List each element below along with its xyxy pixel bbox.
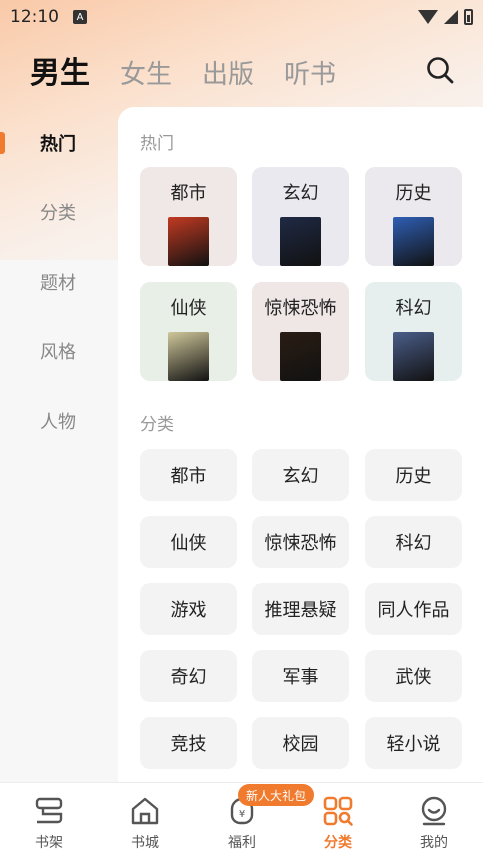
hot-card-label: 玄幻	[282, 183, 319, 204]
book-cover	[393, 217, 434, 266]
tab-female[interactable]: 女生	[120, 54, 172, 91]
hot-card[interactable]: 仙侠	[140, 282, 237, 381]
sidebar-item-character[interactable]: 人物	[0, 386, 118, 456]
category-chip[interactable]: 仙侠	[140, 516, 237, 568]
battery-icon	[464, 9, 473, 25]
nav-bookshelf[interactable]: 书架	[1, 783, 97, 858]
search-icon[interactable]	[424, 54, 456, 86]
welfare-badge: 新人大礼包	[238, 784, 315, 806]
book-cover	[280, 217, 321, 266]
sidebar-item-hot[interactable]: 热门	[0, 108, 118, 178]
nav-label: 分类	[324, 835, 352, 851]
category-chip[interactable]: 军事	[252, 650, 349, 702]
tab-publish[interactable]: 出版	[202, 54, 254, 91]
home-icon	[131, 797, 159, 825]
hot-card[interactable]: 惊悚恐怖	[252, 282, 349, 381]
content-panel: 热门 都市 玄幻 历史 仙侠 惊悚恐怖 科幻 分类 都市 玄幻 历史 仙侠 惊悚…	[118, 107, 483, 787]
tab-audiobook[interactable]: 听书	[284, 54, 336, 91]
sidebar-item-label: 风格	[40, 342, 76, 364]
section-title-category: 分类	[140, 415, 174, 435]
category-chip[interactable]: 历史	[365, 449, 462, 501]
hot-card-label: 科幻	[395, 298, 432, 319]
book-cover	[168, 332, 209, 381]
status-bar: 12:10 A	[0, 0, 483, 34]
nav-label: 我的	[420, 835, 448, 851]
signal-icon	[444, 10, 458, 24]
category-chip[interactable]: 游戏	[140, 583, 237, 635]
nav-label: 书城	[131, 835, 159, 851]
hot-card-label: 历史	[395, 183, 432, 204]
sidebar-item-label: 分类	[40, 203, 76, 225]
category-chip[interactable]: 推理悬疑	[252, 583, 349, 635]
nav-label: 书架	[35, 835, 63, 851]
hot-card-label: 仙侠	[170, 298, 207, 319]
nav-label: 福利	[228, 835, 256, 851]
book-cover	[168, 217, 209, 266]
notification-icon: A	[73, 10, 87, 24]
svg-text:¥: ¥	[239, 809, 245, 820]
sidebar-item-category[interactable]: 分类	[0, 178, 118, 248]
hot-card[interactable]: 历史	[365, 167, 462, 266]
grid-search-icon	[323, 796, 353, 826]
book-cover	[393, 332, 434, 381]
sidebar-item-label: 热门	[40, 133, 76, 155]
category-chip[interactable]: 武侠	[365, 650, 462, 702]
category-chip[interactable]: 竞技	[140, 717, 237, 769]
hot-card[interactable]: 都市	[140, 167, 237, 266]
category-chip[interactable]: 轻小说	[365, 717, 462, 769]
category-chip[interactable]: 玄幻	[252, 449, 349, 501]
category-chip[interactable]: 科幻	[365, 516, 462, 568]
bookshelf-icon	[35, 797, 63, 824]
hot-card-label: 都市	[170, 183, 207, 204]
status-time: 12:10	[10, 7, 59, 27]
category-chip[interactable]: 惊悚恐怖	[252, 516, 349, 568]
nav-profile[interactable]: 我的	[386, 783, 482, 858]
category-chip[interactable]: 校园	[252, 717, 349, 769]
book-cover	[280, 332, 321, 381]
tab-male[interactable]: 男生	[30, 48, 90, 92]
section-title-hot: 热门	[140, 134, 174, 154]
sidebar-item-label: 人物	[40, 411, 76, 433]
category-chip[interactable]: 都市	[140, 449, 237, 501]
category-chip[interactable]: 奇幻	[140, 650, 237, 702]
hot-card-label: 惊悚恐怖	[264, 298, 337, 319]
sidebar-item-theme[interactable]: 题材	[0, 247, 118, 317]
sidebar-item-style[interactable]: 风格	[0, 317, 118, 387]
hot-card[interactable]: 科幻	[365, 282, 462, 381]
sidebar-item-label: 题材	[40, 272, 76, 294]
sidebar: 热门 分类 题材 风格 人物	[0, 108, 118, 456]
category-chip[interactable]: 同人作品	[365, 583, 462, 635]
nav-bookstore[interactable]: 书城	[97, 783, 193, 858]
hot-card[interactable]: 玄幻	[252, 167, 349, 266]
top-tabs: 男生 女生 出版 听书	[30, 48, 336, 92]
wifi-icon	[418, 10, 438, 24]
smile-face-icon	[421, 796, 447, 826]
